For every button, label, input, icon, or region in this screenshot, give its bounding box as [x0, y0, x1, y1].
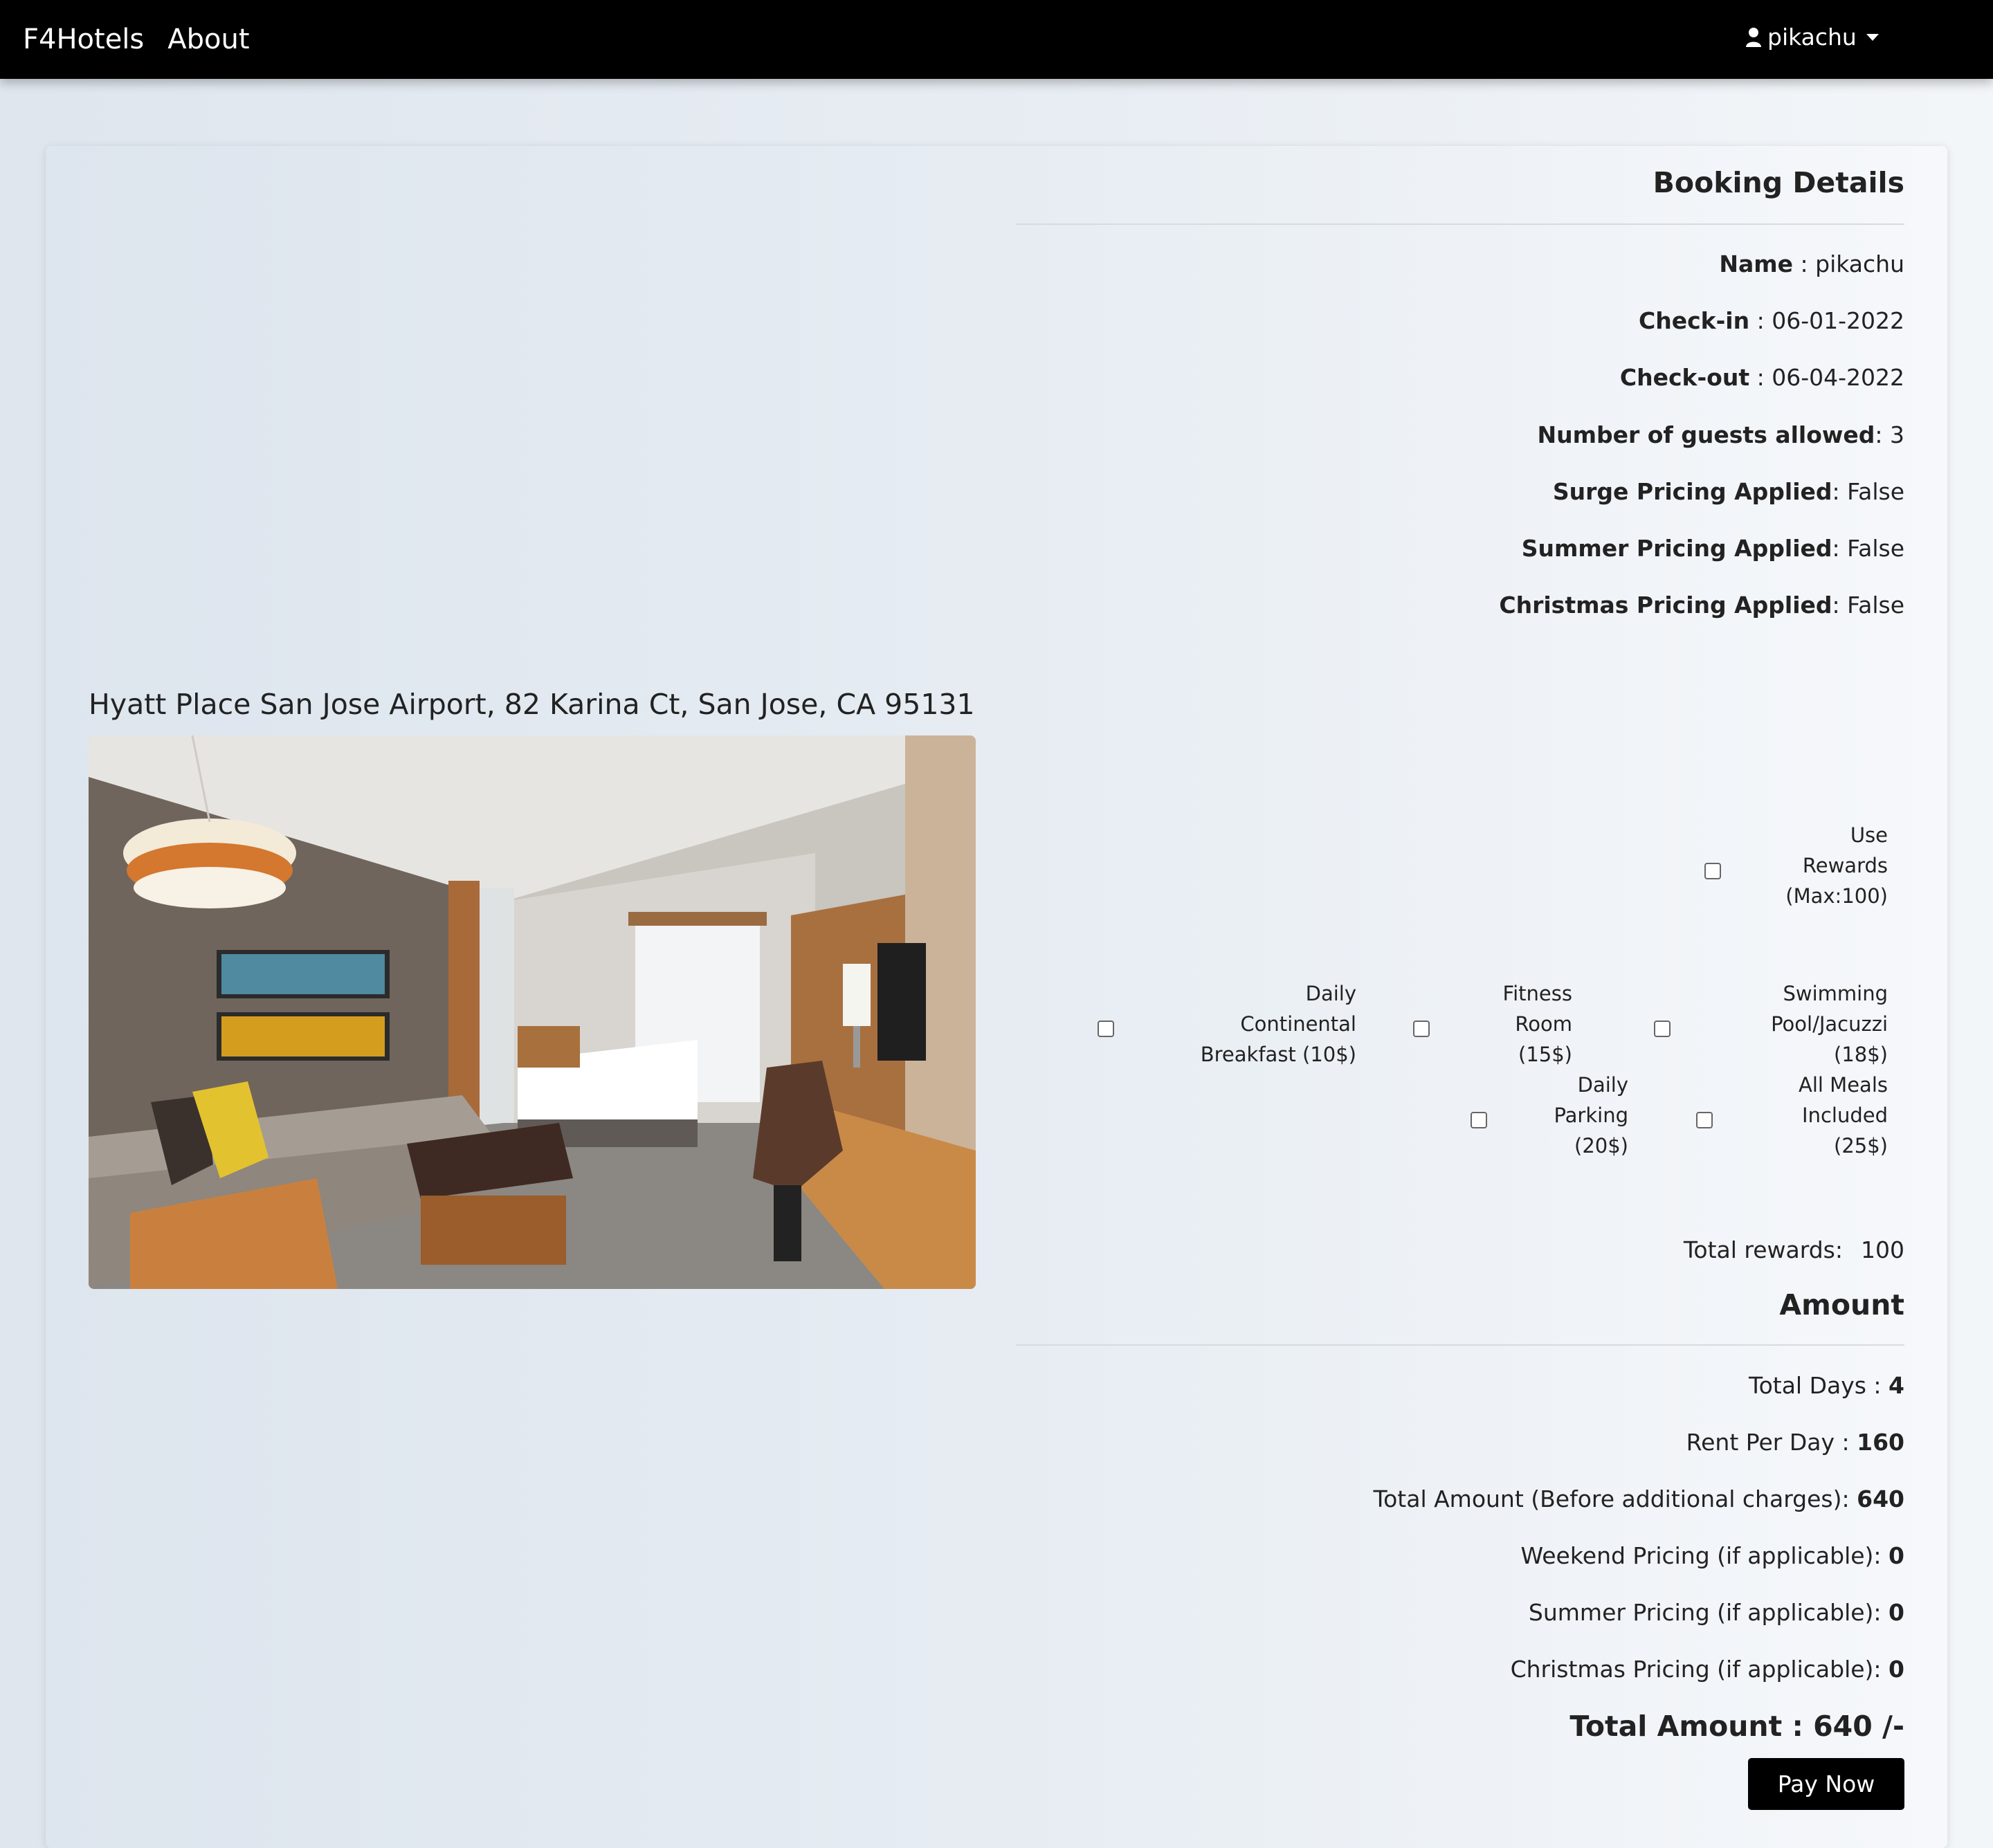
fitness-label: Fitness Room (15$): [1502, 982, 1572, 1066]
fitness-checkbox[interactable]: [1413, 1021, 1430, 1037]
parking-checkbox[interactable]: [1471, 1112, 1487, 1128]
pay-now-button[interactable]: Pay Now: [1748, 1758, 1904, 1810]
user-name: pikachu: [1767, 24, 1857, 51]
detail-summer: Summer Pricing Applied: False: [1521, 535, 1904, 562]
pool-checkbox[interactable]: [1654, 1021, 1671, 1037]
grand-total: Total Amount : 640 /-: [1569, 1710, 1904, 1743]
weekend-pricing: Weekend Pricing (if applicable): 0: [1520, 1542, 1904, 1569]
breakfast-label: Daily Continental Breakfast (10$): [1200, 982, 1356, 1066]
rent-per-day: Rent Per Day : 160: [1686, 1429, 1904, 1456]
chevron-down-icon: [1866, 33, 1879, 41]
christmas-pricing: Christmas Pricing (if applicable): 0: [1510, 1656, 1904, 1683]
about-link[interactable]: About: [167, 24, 249, 55]
detail-guests: Number of guests allowed: 3: [1537, 421, 1905, 448]
top-navbar: F4Hotels About pikachu: [0, 0, 1993, 79]
use-rewards-label: Use Rewards (Max:100): [1785, 823, 1888, 908]
meals-label: All Meals Included (25$): [1799, 1073, 1888, 1158]
detail-checkout: Check-out : 06-04-2022: [1619, 364, 1904, 391]
meals-checkbox[interactable]: [1696, 1112, 1713, 1128]
detail-name: Name : pikachu: [1719, 250, 1904, 277]
total-rewards: Total rewards: 100: [1683, 1236, 1904, 1263]
breakfast-checkbox[interactable]: [1098, 1021, 1114, 1037]
detail-christmas: Christmas Pricing Applied: False: [1499, 592, 1904, 619]
use-rewards-checkbox[interactable]: [1704, 863, 1721, 879]
pool-label: Swimming Pool/Jacuzzi (18$): [1771, 982, 1888, 1066]
amount-heading: Amount: [1779, 1288, 1904, 1321]
divider: [1016, 223, 1904, 225]
user-dropdown[interactable]: pikachu: [1745, 24, 1879, 51]
detail-checkin: Check-in : 06-01-2022: [1639, 307, 1904, 334]
total-days: Total Days : 4: [1749, 1372, 1904, 1399]
divider: [1016, 1344, 1904, 1346]
parking-label: Daily Parking (20$): [1554, 1073, 1628, 1158]
brand-link[interactable]: F4Hotels: [23, 24, 144, 55]
user-icon: [1746, 27, 1761, 47]
summer-pricing: Summer Pricing (if applicable): 0: [1528, 1599, 1904, 1626]
detail-surge: Surge Pricing Applied: False: [1552, 478, 1904, 505]
hotel-room-image: [89, 735, 976, 1289]
hotel-title: Hyatt Place San Jose Airport, 82 Karina …: [89, 688, 975, 721]
total-before-charges: Total Amount (Before additional charges)…: [1373, 1485, 1904, 1512]
